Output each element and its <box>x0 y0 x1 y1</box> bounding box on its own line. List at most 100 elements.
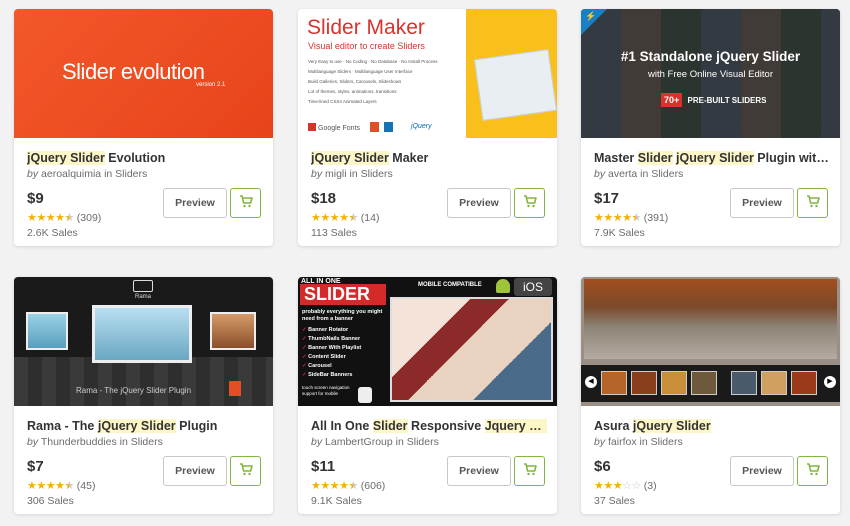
next-arrow-icon: ▶ <box>824 376 836 388</box>
css3-icon <box>384 122 393 132</box>
thumbnail-brand: Slider Maker <box>307 16 425 39</box>
preview-button[interactable]: Preview <box>730 456 794 486</box>
shopping-cart-icon <box>523 195 537 211</box>
item-author-line: by averta in Sliders <box>594 168 684 180</box>
item-sales: 37 Sales <box>594 495 635 507</box>
prebuilt-badge: 70+ PRE-BUILT SLIDERS <box>661 93 766 107</box>
item-card[interactable]: ⚡ #1 Standalone jQuery Slider with Free … <box>581 9 840 246</box>
author-link[interactable]: Thunderbuddies <box>41 436 117 448</box>
item-card[interactable]: Rama Rama - The jQuery Slider Plugin Ram… <box>14 277 273 514</box>
jquery-logo: jQuery <box>411 123 432 130</box>
feature-item: ✓ Carousel <box>302 363 332 369</box>
feature-item: Time-lined CSS3 Animated Layers <box>308 99 377 104</box>
item-thumbnail[interactable]: ALL IN ONE SLIDER MOBILE COMPATIBLE iOS … <box>298 277 557 406</box>
item-sales: 7.9K Sales <box>594 227 645 239</box>
item-author-line: by aeroalquimia in Sliders <box>27 168 148 180</box>
thumb-3 <box>661 371 687 395</box>
item-thumbnail[interactable]: Rama Rama - The jQuery Slider Plugin <box>14 277 273 406</box>
shopping-cart-icon <box>806 463 820 479</box>
item-thumbnail[interactable]: Slider Maker Visual editor to create Sli… <box>298 9 557 138</box>
item-thumbnail[interactable]: Slider evolution version 2.1 <box>14 9 273 138</box>
item-card[interactable]: Slider Maker Visual editor to create Sli… <box>298 9 557 246</box>
rama-logo-icon <box>133 280 153 292</box>
author-link[interactable]: aeroalquimia <box>41 168 101 180</box>
item-thumbnail[interactable]: ◀ ▶ <box>581 277 840 406</box>
intro-text: probably everything you might need from … <box>302 309 383 322</box>
add-to-cart-button[interactable] <box>514 188 545 218</box>
preview-button[interactable]: Preview <box>730 188 794 218</box>
item-title[interactable]: Rama - The jQuery Slider Plugin <box>27 419 263 433</box>
add-to-cart-button[interactable] <box>230 456 261 486</box>
author-link[interactable]: averta <box>608 168 637 180</box>
rama-logo-text: Rama <box>135 294 152 300</box>
feature-item: ✓ Banner Rotator <box>302 327 349 333</box>
thumbnail-headline: #1 Standalone jQuery Slider <box>620 49 801 64</box>
item-thumbnail[interactable]: ⚡ #1 Standalone jQuery Slider with Free … <box>581 9 840 138</box>
feature-item: ✓ ThumbNails Banner <box>302 336 361 342</box>
item-author-line: by migli in Sliders <box>311 168 393 180</box>
feature-item: Lot of themes, styles, animations, trans… <box>308 89 397 94</box>
android-icon <box>496 279 510 293</box>
thumbnail-subtitle: Visual editor to create Sliders <box>308 41 425 51</box>
item-rating: ★★★☆☆ (3) <box>594 480 657 492</box>
item-title[interactable]: jQuery Slider Maker <box>311 151 547 165</box>
preview-button[interactable]: Preview <box>447 456 511 486</box>
item-title[interactable]: jQuery Slider Evolution <box>27 151 263 165</box>
thumb-2 <box>631 371 657 395</box>
item-price: $9 <box>27 190 44 207</box>
thumbnail-subline: with Free Online Visual Editor <box>648 69 773 80</box>
ios-badge: iOS <box>514 278 552 296</box>
preview-button[interactable]: Preview <box>163 188 227 218</box>
google-fonts-logo: Google Fonts <box>308 123 360 132</box>
star-rating-icon: ★★★★★★ <box>27 212 74 224</box>
author-link[interactable]: migli <box>325 168 347 180</box>
add-to-cart-button[interactable] <box>230 188 261 218</box>
item-price: $18 <box>311 190 337 207</box>
item-title[interactable]: Master Slider jQuery Slider Plugin with … <box>594 151 830 165</box>
thumb-6 <box>761 371 787 395</box>
item-title[interactable]: All In One Slider Responsive Jquery Slid… <box>311 419 547 433</box>
add-to-cart-button[interactable] <box>514 456 545 486</box>
preview-button[interactable]: Preview <box>163 456 227 486</box>
item-price: $6 <box>594 458 611 475</box>
thumbnail-version: version 2.1 <box>196 82 226 88</box>
item-price: $7 <box>27 458 44 475</box>
item-rating: ★★★★★★ (14) <box>311 212 380 224</box>
item-sales: 2.6K Sales <box>27 227 78 239</box>
shopping-cart-icon <box>806 195 820 211</box>
item-card[interactable]: ◀ ▶ Asura jQuery Slider by fairfox in Sl… <box>581 277 840 514</box>
feature-item: ✓ Content Slider <box>302 354 346 360</box>
thumbnail-brand: Slider evolution <box>62 59 205 84</box>
star-rating-icon: ★★★★★★ <box>311 480 358 492</box>
mobile-compatible: MOBILE COMPATIBLE <box>418 282 482 288</box>
item-card[interactable]: Slider evolution version 2.1 jQuery Slid… <box>14 9 273 246</box>
slide-right <box>210 312 256 350</box>
item-author-line: by fairfox in Sliders <box>594 436 683 448</box>
star-rating-icon: ★★★★★★ <box>311 212 358 224</box>
item-title[interactable]: Asura jQuery Slider <box>594 419 830 433</box>
star-rating-icon: ★★★☆☆ <box>594 480 641 492</box>
item-sales: 9.1K Sales <box>311 495 362 507</box>
add-to-cart-button[interactable] <box>797 188 828 218</box>
preview-button[interactable]: Preview <box>447 188 511 218</box>
feature-list: Very Easy to use · No Coding · No Databa… <box>308 59 478 104</box>
item-price: $11 <box>311 458 336 475</box>
thumb-5 <box>731 371 757 395</box>
item-card[interactable]: ALL IN ONE SLIDER MOBILE COMPATIBLE iOS … <box>298 277 557 514</box>
slider-wordmark: SLIDER <box>300 284 386 305</box>
slide-main <box>92 305 192 363</box>
feature-item: Build Galleries, Sliders, Carousels, Sli… <box>308 79 402 84</box>
author-link[interactable]: LambertGroup <box>325 436 393 448</box>
item-sales: 113 Sales <box>311 227 357 239</box>
add-to-cart-button[interactable] <box>797 456 828 486</box>
item-rating: ★★★★★★ (45) <box>27 480 96 492</box>
item-rating: ★★★★★★ (606) <box>311 480 386 492</box>
author-link[interactable]: fairfox <box>608 436 637 448</box>
feature-item: Very Easy to use · No Coding · No Databa… <box>308 59 438 64</box>
feature-item: ✓ SideBar Banners <box>302 372 353 378</box>
star-rating-icon: ★★★★★★ <box>594 212 641 224</box>
feature-item: Multilanguage Sliders · Multilanguage Us… <box>308 69 413 74</box>
star-rating-icon: ★★★★★★ <box>27 480 74 492</box>
screenshot-collage <box>390 297 553 402</box>
thumb-7 <box>791 371 817 395</box>
